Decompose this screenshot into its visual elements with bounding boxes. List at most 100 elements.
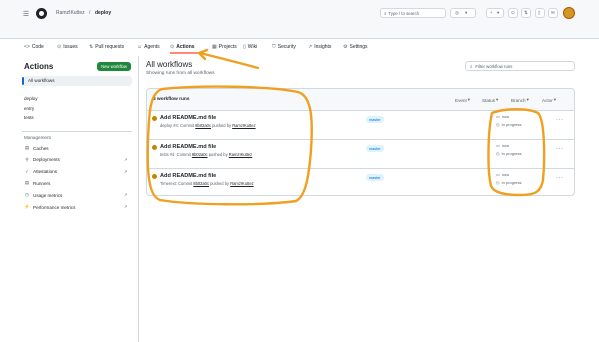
notifications-button[interactable]: ✉ (548, 8, 558, 18)
hamburger-menu-icon[interactable]: ☰ (22, 10, 30, 18)
new-workflow-button[interactable]: New workflow (97, 62, 131, 71)
tab-label: Insights (314, 43, 332, 50)
run-subtitle: deploy #4: Commit 8b02a0c pushed by Ramz… (160, 123, 256, 128)
external-link-icon: ↗ (124, 168, 128, 174)
wiki-icon: ▯ (243, 43, 246, 50)
tab-settings[interactable]: ⚙ Settings (343, 42, 368, 51)
issue-icon: ⊙ (511, 10, 515, 15)
usage-metrics-icon: ◷ (24, 192, 29, 198)
repositories-shortcut-button[interactable]: ▯ (535, 8, 545, 18)
all-workflows-item[interactable]: All workflows (22, 76, 132, 86)
breadcrumb-repo[interactable]: deploy (95, 10, 111, 16)
run-commit-link[interactable]: 8b02a0c (193, 181, 209, 186)
branch-badge[interactable]: master (366, 174, 384, 181)
chevron-down-icon: ▾ (553, 97, 557, 102)
filter-status[interactable]: Status ▾ (482, 97, 498, 103)
pull-requests-shortcut-button[interactable]: ⇅ (521, 8, 531, 18)
tab-issues[interactable]: ⊙ Issues (57, 42, 78, 51)
run-time: ▭ now (496, 143, 509, 148)
sidebar-workflow-tests[interactable]: tests (24, 115, 34, 120)
create-new-button[interactable]: + ▾ (486, 8, 504, 18)
issues-shortcut-button[interactable]: ⊙ (508, 8, 518, 18)
run-commit-link[interactable]: 8b02a0c (195, 123, 211, 128)
runners-icon: ▤ (24, 180, 30, 186)
sidebar-item-usage-metrics[interactable]: ◷ Usage metrics (24, 192, 62, 198)
sidebar-item-caches[interactable]: ▤ Caches (24, 145, 49, 151)
pull-request-icon: ⇅ (524, 10, 528, 15)
stopwatch-icon: ◷ (496, 122, 500, 127)
run-workflow-info: tests #4: Commit (160, 152, 191, 157)
tab-pull-requests[interactable]: ⇅ Pull requests (89, 42, 124, 51)
repo-icon: ▯ (538, 10, 541, 15)
tab-insights[interactable]: ↗ Insights (308, 42, 331, 51)
tab-label: Settings (349, 43, 368, 50)
run-duration-label: In progress (501, 151, 522, 156)
branch-badge[interactable]: master (366, 145, 384, 152)
tab-label: Agents (144, 43, 160, 50)
tab-label: Issues (63, 43, 78, 50)
agents-icon: ☺ (137, 43, 143, 50)
runs-count: 3 workflow runs (153, 97, 190, 102)
tab-agents[interactable]: ☺ Agents (137, 42, 160, 51)
sidebar-item-performance-metrics[interactable]: ⚡ Performance metrics (24, 204, 75, 210)
filter-runs-input[interactable]: ⌕ Filter workflow runs (465, 61, 575, 71)
run-user-link[interactable]: RamzIKuttez (230, 181, 253, 186)
kebab-menu-icon[interactable]: ··· (556, 146, 564, 152)
search-input[interactable]: ⌕ Type / to search (380, 8, 446, 18)
filter-label: Branch (511, 97, 526, 103)
run-title-link[interactable]: Add README.md file (160, 173, 216, 179)
run-title-link[interactable]: Add README.md file (160, 144, 216, 150)
filter-event[interactable]: Event ▾ (455, 97, 470, 103)
sidebar-divider (22, 131, 132, 132)
external-link-icon: ↗ (124, 156, 128, 162)
copilot-icon: ◎ (455, 10, 459, 15)
filter-actor[interactable]: Actor ▾ (542, 97, 556, 103)
run-subtitle: tests #4: Commit 8b02a0c pushed by RamzI… (160, 152, 252, 157)
global-header (0, 0, 599, 38)
annotation-arrow (198, 51, 260, 70)
stopwatch-icon: ◷ (496, 180, 500, 185)
in-progress-status-icon (152, 174, 157, 179)
in-progress-status-icon (152, 116, 157, 121)
sidebar-item-label: Caches (33, 145, 49, 151)
sidebar-separator (138, 56, 139, 342)
settings-icon: ⚙ (343, 43, 348, 50)
tab-projects[interactable]: ▦ Projects (212, 42, 237, 51)
sidebar-item-deployments[interactable]: ⚲ Deployments (24, 157, 60, 163)
sidebar-workflow-deploy[interactable]: deploy (24, 96, 38, 101)
sidebar-item-attestations[interactable]: ✓ Attestations (24, 169, 57, 175)
run-user-link[interactable]: RamzIKuttez (229, 152, 252, 157)
run-duration: ◷ In progress (496, 180, 522, 185)
tab-actions[interactable]: ⊙ Actions (170, 42, 195, 51)
github-logo-icon[interactable] (36, 8, 47, 19)
inbox-icon: ✉ (551, 10, 555, 15)
kebab-menu-icon[interactable]: ··· (556, 175, 564, 181)
tab-security[interactable]: ⛉ Security (272, 42, 296, 51)
calendar-icon: ▭ (496, 143, 500, 148)
branch-badge[interactable]: master (366, 116, 384, 123)
caches-icon: ▤ (24, 145, 30, 150)
tab-code[interactable]: <> Code (24, 42, 44, 51)
avatar[interactable] (563, 7, 575, 19)
copilot-button[interactable]: ◎ ▾ (450, 8, 476, 18)
external-link-icon: ↗ (124, 192, 128, 198)
sidebar-item-runners[interactable]: ▤ Runners (24, 180, 51, 186)
filter-branch[interactable]: Branch ▾ (511, 97, 529, 103)
kebab-menu-icon[interactable]: ··· (556, 117, 564, 123)
sidebar-workflow-entry[interactable]: entry (24, 106, 34, 111)
run-duration: ◷ In progress (496, 122, 522, 127)
tab-wiki[interactable]: ▯ Wiki (243, 42, 257, 51)
chevron-down-icon: ▾ (496, 97, 499, 102)
search-placeholder: Type / to search (388, 10, 419, 16)
chevron-down-icon: ▾ (526, 97, 529, 102)
run-commit-link[interactable]: 8b02a0c (192, 152, 208, 157)
breadcrumb-separator: / (89, 10, 91, 16)
run-title-link[interactable]: Add README.md file (160, 115, 216, 121)
chevron-down-icon: ▾ (465, 10, 468, 15)
run-user-link[interactable]: RamzIKuttez (232, 123, 255, 128)
run-time: ▭ now (496, 114, 509, 119)
sidebar-item-label: Usage metrics (33, 192, 63, 198)
header-divider (0, 38, 599, 39)
tab-label: Pull requests (95, 43, 125, 50)
breadcrumb-owner[interactable]: RamzIKuttez (56, 10, 85, 16)
